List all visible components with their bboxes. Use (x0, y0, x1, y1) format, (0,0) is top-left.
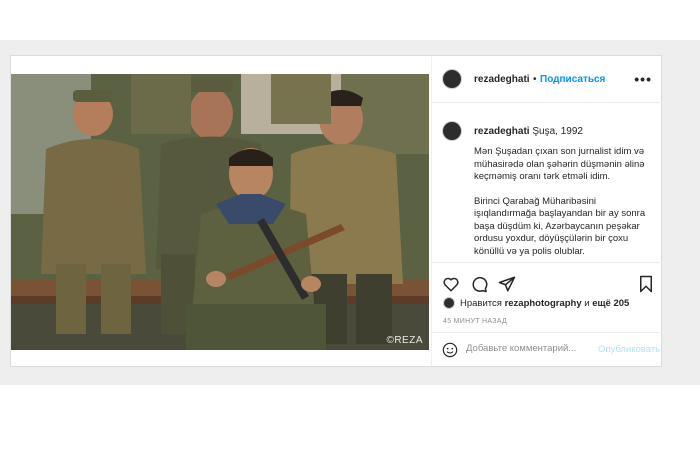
caption-avatar[interactable] (442, 121, 462, 141)
save-icon[interactable] (638, 275, 654, 298)
likes-row: Нравится rezaphotography и ещё 205 (432, 296, 662, 314)
emoji-icon[interactable] (442, 342, 458, 363)
post-caption: rezadeghati Şuşa, 1992 Mən Şuşadan çıxan… (432, 103, 662, 263)
likes-summary: Нравится rezaphotography и ещё 205 (460, 298, 629, 309)
post-photo[interactable]: ©REZA (11, 74, 429, 350)
likes-count[interactable]: ещё 205 (592, 298, 629, 309)
soldiers-photo (11, 74, 429, 350)
post-header: rezadeghati • Подписаться ••• (432, 56, 662, 103)
author-avatar[interactable] (442, 69, 462, 89)
author-username[interactable]: rezadeghati (474, 74, 530, 85)
comment-input[interactable] (466, 343, 596, 354)
photo-watermark: ©REZA (386, 335, 423, 346)
caption-text: Mən Şuşadan çıxan son jurnalist idim və … (474, 146, 654, 263)
likes-conjunction: и (584, 298, 590, 309)
liker-avatar[interactable] (443, 297, 455, 309)
header-separator: • (533, 74, 537, 85)
liker-username[interactable]: rezaphotography (505, 298, 582, 309)
post-sidebar: rezadeghati • Подписаться ••• rezadeghat… (431, 56, 662, 366)
caption-location: Şuşa, 1992 (532, 126, 583, 137)
more-options-icon[interactable]: ••• (634, 71, 652, 87)
instagram-post-card: ©REZA rezadeghati • Подписаться ••• reza… (10, 55, 662, 367)
caption-header: rezadeghati Şuşa, 1992 (474, 126, 583, 137)
follow-button[interactable]: Подписаться (540, 74, 605, 85)
comment-bar: Опубликовать (432, 332, 662, 367)
caption-username[interactable]: rezadeghati (474, 126, 530, 137)
post-actions (432, 262, 662, 299)
publish-button[interactable]: Опубликовать (598, 344, 660, 355)
share-icon[interactable] (498, 275, 516, 298)
comment-icon[interactable] (470, 275, 488, 298)
likes-prefix: Нравится (460, 298, 502, 309)
like-icon[interactable] (442, 275, 460, 298)
caption-paragraph: Mən Şuşadan çıxan son jurnalist idim və … (474, 146, 645, 182)
post-timestamp[interactable]: 45 МИНУТ НАЗАД (443, 318, 507, 325)
caption-paragraph: Birinci Qarabağ Müharibəsini işıqlandırm… (474, 195, 646, 257)
